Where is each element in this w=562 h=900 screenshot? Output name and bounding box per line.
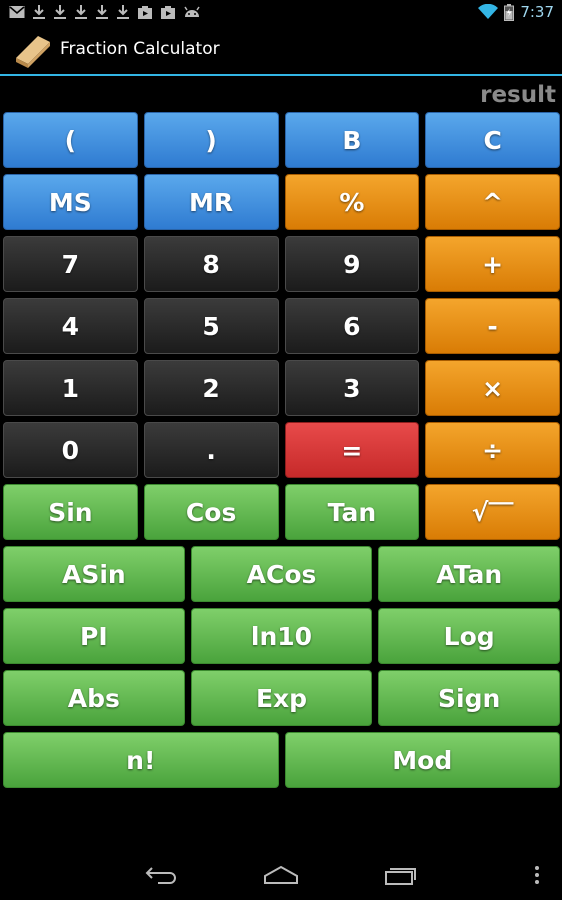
recent-apps-icon[interactable] (384, 864, 418, 886)
sign-button[interactable]: Sign (378, 670, 561, 726)
digit-9-button[interactable]: 9 (284, 236, 420, 292)
wifi-icon (478, 4, 499, 20)
keypad-row: 456- (3, 298, 560, 354)
play-store-icon (137, 5, 153, 20)
keypad-row: 0. = ÷ (3, 422, 560, 478)
download-icon (116, 4, 130, 20)
notification-icons (0, 4, 201, 20)
eraser-icon (12, 28, 54, 70)
decimal-button[interactable]: . (143, 422, 279, 478)
clear-button[interactable]: C (425, 112, 560, 168)
digit-6-button[interactable]: 6 (284, 298, 420, 354)
status-bar: 7:37 (0, 0, 562, 24)
atan-button[interactable]: ATan (378, 546, 561, 602)
percent-button[interactable]: % (284, 174, 420, 230)
home-icon[interactable] (263, 864, 299, 886)
keypad-row: 7 8 9 + (3, 236, 560, 292)
divide-button[interactable]: ÷ (425, 422, 560, 478)
action-bar: Fraction Calculator (0, 24, 562, 76)
play-store-icon (160, 5, 176, 20)
keypad-row: ASin ACos ATan (3, 546, 561, 602)
keypad-row: PI ln10 Log (3, 608, 561, 664)
keypad-row: 1 2 3 × (3, 360, 560, 416)
digit-1-button[interactable]: 1 (3, 360, 138, 416)
asin-button[interactable]: ASin (3, 546, 185, 602)
digit-2-button[interactable]: 2 (143, 360, 279, 416)
digit-5-button[interactable]: 5 (143, 298, 279, 354)
equals-button[interactable]: = (284, 422, 420, 478)
multiply-button[interactable]: × (425, 360, 560, 416)
download-icon (95, 4, 109, 20)
abs-button[interactable]: Abs (3, 670, 185, 726)
digit-4-button[interactable]: 4 (3, 298, 138, 354)
battery-icon (504, 3, 515, 21)
calculator-screen: 7:37 Fraction Calculator result () B C MS MR… (0, 0, 562, 900)
android-icon (183, 5, 201, 19)
navigation-bar (0, 852, 562, 900)
cos-button[interactable]: Cos (143, 484, 279, 540)
add-button[interactable]: + (425, 236, 560, 292)
digit-8-button[interactable]: 8 (143, 236, 279, 292)
memory-recall-button[interactable]: MR (143, 174, 279, 230)
download-icon (32, 4, 46, 20)
keypad-row: n! Mod (3, 732, 560, 788)
keypad-row: MS MR% ^ (3, 174, 560, 230)
result-display: result (480, 82, 556, 108)
backspace-button[interactable]: B (284, 112, 420, 168)
app-title: Fraction Calculator (60, 39, 220, 59)
acos-button[interactable]: ACos (190, 546, 373, 602)
gmail-icon (9, 5, 25, 19)
log-button[interactable]: Log (378, 608, 561, 664)
open-paren-button[interactable]: ( (3, 112, 138, 168)
download-icon (53, 4, 67, 20)
mod-button[interactable]: Mod (284, 732, 560, 788)
memory-store-button[interactable]: MS (3, 174, 138, 230)
overflow-menu-icon[interactable] (532, 864, 542, 886)
ln10-button[interactable]: ln10 (190, 608, 373, 664)
digit-7-button[interactable]: 7 (3, 236, 138, 292)
sin-button[interactable]: Sin (3, 484, 138, 540)
system-icons: 7:37 (478, 3, 562, 21)
keypad-row: () B C (3, 112, 560, 168)
factorial-button[interactable]: n! (3, 732, 279, 788)
tan-button[interactable]: Tan (284, 484, 420, 540)
keypad-row: Sin Cos Tan √‾‾ (3, 484, 560, 540)
pi-button[interactable]: PI (3, 608, 185, 664)
keypad-row: Abs Exp Sign (3, 670, 561, 726)
digit-3-button[interactable]: 3 (284, 360, 420, 416)
power-button[interactable]: ^ (425, 174, 560, 230)
close-paren-button[interactable]: ) (143, 112, 279, 168)
status-time: 7:37 (520, 3, 554, 21)
keypad: () B C MS MR% ^ 7 8 9 +4 5 6-1 2 3 × 0. = ÷ Sin Cos Tan √‾‾ AS… (3, 112, 561, 794)
download-icon (74, 4, 88, 20)
subtract-button[interactable]: - (425, 298, 560, 354)
square-root-button[interactable]: √‾‾ (425, 484, 560, 540)
digit-0-button[interactable]: 0 (3, 422, 138, 478)
exp-button[interactable]: Exp (190, 670, 373, 726)
back-icon[interactable] (144, 864, 178, 886)
